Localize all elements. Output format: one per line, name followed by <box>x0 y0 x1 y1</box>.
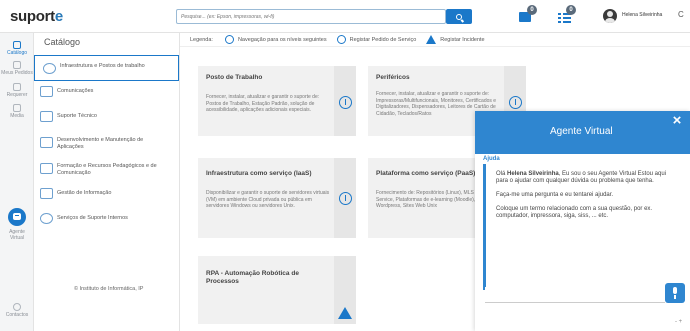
agent-message-field[interactable] <box>485 287 665 303</box>
media-icon <box>13 104 21 112</box>
rail-item-request[interactable]: Requerer <box>0 83 34 98</box>
card-iaas[interactable]: Infraestrutura como serviço (IaaS) Dispo… <box>198 158 356 238</box>
request-icon <box>13 83 21 91</box>
card-title: Posto de Trabalho <box>206 74 263 81</box>
card-description: Fornecer, instalar, atualizar e garantir… <box>206 94 320 113</box>
infrastructure-icon <box>43 63 56 74</box>
agent-help-label: Ajuda <box>483 156 500 162</box>
agent-title: Agente Virtual <box>550 126 613 137</box>
catalog-item-communications[interactable]: Comunicações <box>40 86 180 97</box>
navigation-icon <box>224 35 234 44</box>
legend-register-incident: Registar Incidente <box>440 36 485 43</box>
catalog-sidebar: Catálogo Infraestrutura e Postos de trab… <box>34 33 180 331</box>
agent-hint: Coloque um termo relacionado com a sua q… <box>496 206 653 219</box>
requests-icon <box>13 61 21 69</box>
rail-item-contacts[interactable]: Contactos <box>0 303 34 318</box>
agent-message-input[interactable] <box>485 287 665 302</box>
top-bar: suporte 0 0 Helena Silveirinha C <box>0 0 690 33</box>
agent-header: Agente Virtual <box>475 111 690 154</box>
search-button[interactable] <box>446 9 472 24</box>
catalog-item-internal-services[interactable]: Serviços de Suporte Internos <box>40 213 180 224</box>
navigate-icon[interactable] <box>509 96 522 109</box>
catalog-icon <box>13 41 21 49</box>
legend-register-request: Registar Pedido de Serviço <box>349 36 417 43</box>
user-menu-indicator[interactable]: C <box>678 10 684 19</box>
left-rail: Catálogo Meus Pedidos Requerer Media Age… <box>0 33 34 331</box>
agent-prompt: Faça-me uma pergunta e eu tentarei ajuda… <box>496 192 614 198</box>
catalog-item-app-development[interactable]: Desenvolvimento e Manutenção de Aplicaçõ… <box>40 137 158 151</box>
card-title: Infraestrutura como serviço (IaaS) <box>206 170 312 177</box>
agent-message: Olá Helena Silveirinha, Eu sou o seu Age… <box>483 164 681 290</box>
training-icon <box>40 163 53 174</box>
card-description: Disponibilizar e garantir o suporte de s… <box>206 190 330 209</box>
legend-label: Legenda: <box>190 36 213 43</box>
add-request-icon <box>336 35 346 44</box>
development-icon <box>40 137 53 148</box>
settings-icon <box>40 213 53 224</box>
agent-zoom-controls[interactable]: - + <box>675 319 682 325</box>
notification-button[interactable]: 0 <box>518 5 537 25</box>
legend-navigation: Navegação para os níveis seguintes <box>237 36 327 43</box>
list-badge: 0 <box>566 5 576 15</box>
pending-list-button[interactable]: 0 <box>557 5 576 25</box>
logo[interactable]: suporte <box>10 8 63 25</box>
information-icon <box>40 188 53 199</box>
card-workstation[interactable]: Posto de Trabalho Fornecer, instalar, at… <box>198 66 356 136</box>
catalog-item-infrastructure[interactable]: Infraestrutura e Postos de trabalho <box>34 55 179 81</box>
microphone-button[interactable] <box>665 283 685 303</box>
catalog-item-training[interactable]: Formação e Recursos Pedagógicos e de Com… <box>40 163 176 177</box>
support-icon <box>40 111 53 122</box>
user-name[interactable]: Helena Silveirinha <box>622 12 662 18</box>
communications-icon <box>40 86 53 97</box>
catalog-item-information-management[interactable]: Gestão de Informação <box>40 188 180 199</box>
rail-item-my-requests[interactable]: Meus Pedidos <box>0 61 34 76</box>
rail-agent-label[interactable]: Agente Virtual <box>0 229 34 241</box>
close-agent-button[interactable]: × <box>668 113 686 129</box>
user-name-highlight: Helena Silveirinha <box>507 171 559 177</box>
virtual-agent-panel: Agente Virtual Ajuda Olá Helena Silveiri… <box>475 111 690 331</box>
search-field[interactable] <box>176 9 446 24</box>
card-title: RPA - Automação Robótica de Processos <box>206 270 299 285</box>
legend-bar: Legenda: Navegação para os níveis seguin… <box>180 33 690 47</box>
rail-item-media[interactable]: Media <box>0 104 34 119</box>
avatar[interactable] <box>603 9 617 23</box>
rail-item-catalog[interactable]: Catálogo <box>0 41 34 56</box>
warning-icon <box>426 35 437 44</box>
card-rpa[interactable]: RPA - Automação Robótica de Processos <box>198 256 356 324</box>
virtual-agent-button[interactable] <box>8 208 26 226</box>
search-icon <box>456 13 462 20</box>
card-title: Periféricos <box>376 74 410 81</box>
navigate-icon[interactable] <box>339 96 352 109</box>
footer-copyright: © Instituto de Informática, IP <box>74 286 144 292</box>
catalog-item-tech-support[interactable]: Suporte Técnico <box>40 111 180 122</box>
navigate-icon[interactable] <box>339 192 352 205</box>
notification-badge: 0 <box>527 5 537 15</box>
catalog-title: Catálogo <box>44 37 81 47</box>
register-incident-icon[interactable] <box>338 307 352 319</box>
person-icon <box>13 303 21 311</box>
search-input[interactable] <box>177 10 445 23</box>
